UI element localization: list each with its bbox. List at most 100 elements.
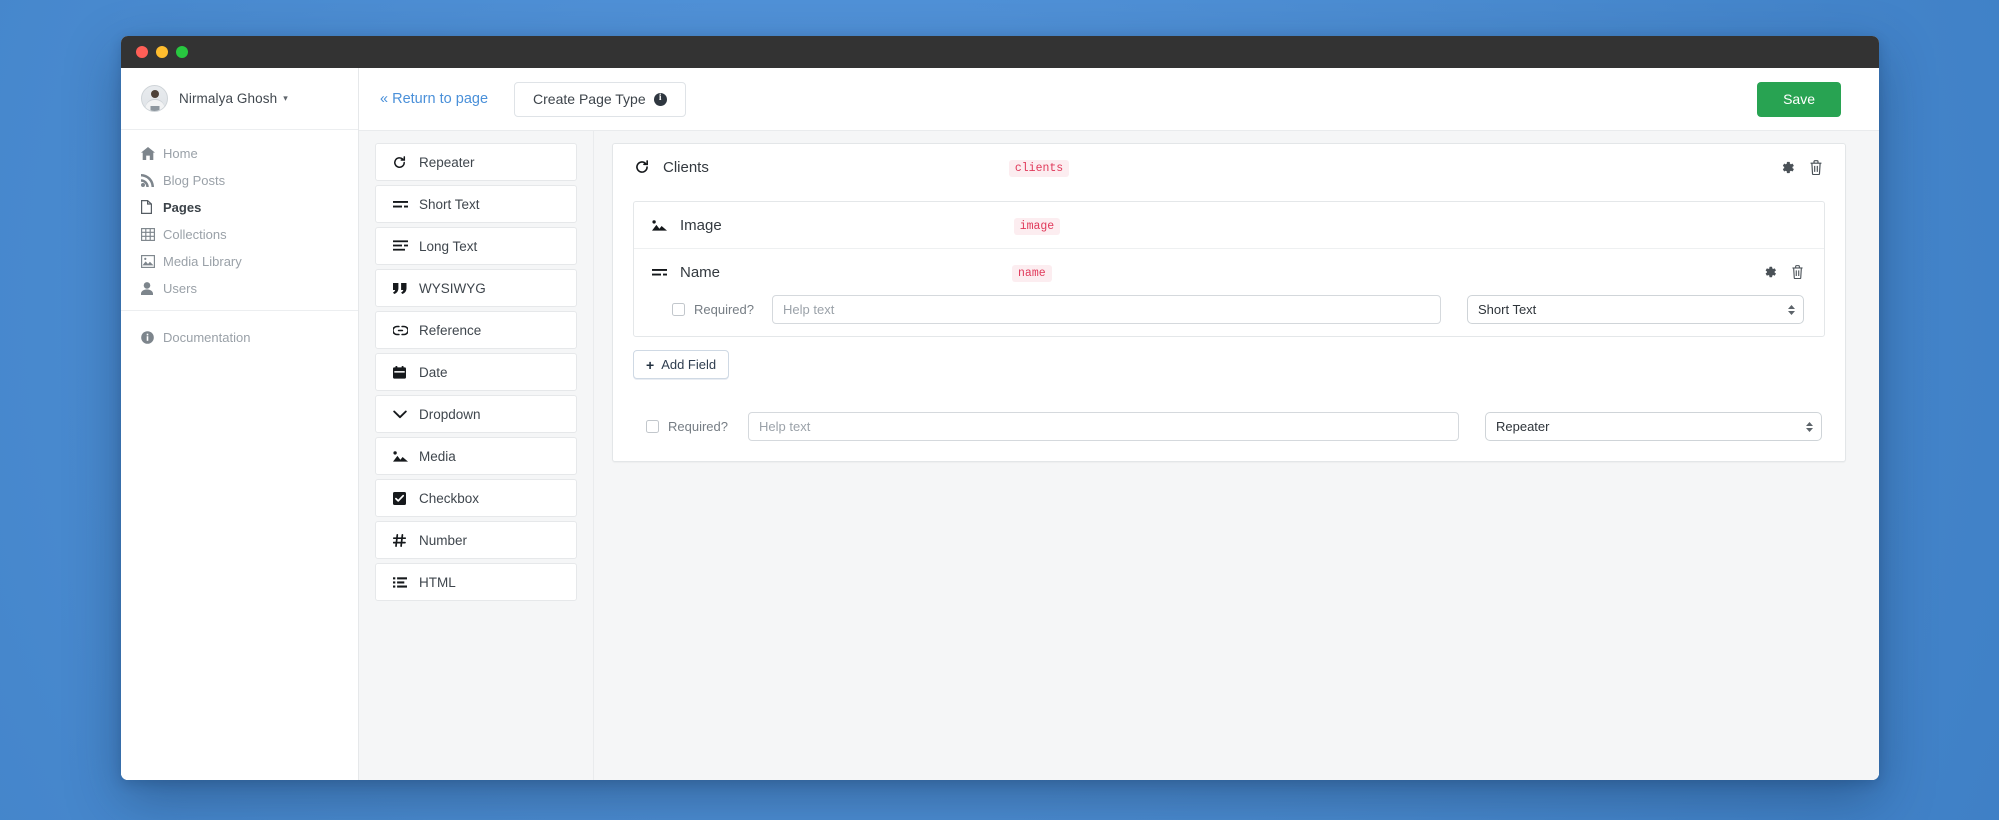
field-type-select[interactable]: Short Text xyxy=(1467,295,1804,324)
repeater-children: Image image Name name Required? Help tex… xyxy=(633,201,1825,337)
user-icon xyxy=(141,281,158,295)
save-button[interactable]: Save xyxy=(1757,81,1841,117)
palette-item-label: Date xyxy=(419,364,448,380)
palette-item-html[interactable]: HTML xyxy=(375,563,577,601)
field-type-select[interactable]: Repeater xyxy=(1485,412,1822,441)
user-name: Nirmalya Ghosh xyxy=(179,91,278,106)
image-icon xyxy=(393,450,413,462)
long-text-icon xyxy=(393,240,413,252)
palette-item-label: WYSIWYG xyxy=(419,280,486,296)
repeat-icon xyxy=(635,160,657,174)
repeater-options: Required? Repeater xyxy=(613,394,1845,461)
user-menu[interactable]: Nirmalya Ghosh ▾ xyxy=(121,68,358,130)
sidebar-item-label: Collections xyxy=(163,226,227,242)
status-badge: name xyxy=(1012,265,1052,282)
repeater-title: Clients xyxy=(663,158,709,176)
sidebar-item-label: Documentation xyxy=(163,329,251,345)
image-icon xyxy=(141,254,158,268)
add-field-button[interactable]: + Add Field xyxy=(633,350,730,379)
required-checkbox[interactable] xyxy=(672,303,685,316)
sidebar-item-users[interactable]: Users xyxy=(121,278,358,298)
gear-icon[interactable] xyxy=(1763,265,1777,279)
work-area: Repeater Short Text Long Text WYSIWYG Re… xyxy=(359,130,1879,780)
required-label: Required? xyxy=(694,302,754,317)
avatar xyxy=(141,85,168,112)
page-type-canvas: Clients clients Image image Name name Re… xyxy=(594,131,1879,780)
window-close-button[interactable] xyxy=(136,46,148,58)
palette-item-date[interactable]: Date xyxy=(375,353,577,391)
palette-item-label: Dropdown xyxy=(419,406,481,422)
subfield-image: Image image xyxy=(634,202,1824,249)
field-type-select-wrap: Short Text xyxy=(1467,295,1804,324)
subfield-actions xyxy=(1763,265,1804,279)
tab-create-page-type[interactable]: Create Page Type i xyxy=(514,81,686,117)
help-text-input[interactable] xyxy=(748,412,1459,441)
calendar-icon xyxy=(393,365,413,379)
palette-item-checkbox[interactable]: Checkbox xyxy=(375,479,577,517)
repeater-slug-wrap: clients xyxy=(1008,158,1070,177)
plus-icon: + xyxy=(646,356,655,373)
sidebar-item-media-library[interactable]: Media Library xyxy=(121,251,358,271)
tab-label: Create Page Type xyxy=(533,91,646,107)
sidebar: Nirmalya Ghosh ▾ Home Blog Posts Pages C… xyxy=(121,68,359,780)
quote-icon xyxy=(393,282,413,294)
sidebar-item-collections[interactable]: Collections xyxy=(121,224,358,244)
sidebar-item-label: Blog Posts xyxy=(163,172,226,188)
sidebar-item-documentation[interactable]: Documentation xyxy=(121,327,358,347)
window-minimize-button[interactable] xyxy=(156,46,168,58)
home-icon xyxy=(141,146,158,160)
sidebar-item-label: Media Library xyxy=(163,253,242,269)
palette-item-number[interactable]: Number xyxy=(375,521,577,559)
required-label: Required? xyxy=(668,419,728,434)
info-circle-icon xyxy=(141,330,158,344)
sidebar-nav-bottom: Documentation xyxy=(121,311,358,347)
sidebar-item-blog-posts[interactable]: Blog Posts xyxy=(121,170,358,190)
sidebar-item-label: Home xyxy=(163,145,198,161)
sidebar-nav: Home Blog Posts Pages Collections Media … xyxy=(121,130,358,354)
palette-item-wysiwyg[interactable]: WYSIWYG xyxy=(375,269,577,307)
browser-window: Nirmalya Ghosh ▾ Home Blog Posts Pages C… xyxy=(121,36,1879,780)
sidebar-item-label: Pages xyxy=(163,199,202,215)
trash-icon[interactable] xyxy=(1791,265,1804,279)
hash-icon xyxy=(393,533,413,547)
return-to-page-link[interactable]: « Return to page xyxy=(380,91,488,107)
subfield-slug-wrap: name xyxy=(1012,263,1052,282)
palette-item-dropdown[interactable]: Dropdown xyxy=(375,395,577,433)
right-pane: « Return to page Create Page Type i Save xyxy=(359,68,1879,780)
help-text-input[interactable] xyxy=(772,295,1441,324)
checkbox-icon xyxy=(393,491,413,505)
short-text-icon xyxy=(393,200,413,209)
palette-item-long-text[interactable]: Long Text xyxy=(375,227,577,265)
repeater-header: Clients clients xyxy=(613,144,1845,190)
repeat-icon xyxy=(393,155,413,169)
image-icon xyxy=(652,219,674,231)
subfield-header: Name name xyxy=(634,249,1824,295)
table-icon xyxy=(141,227,158,241)
window-maximize-button[interactable] xyxy=(176,46,188,58)
sidebar-item-home[interactable]: Home xyxy=(121,143,358,163)
palette-item-short-text[interactable]: Short Text xyxy=(375,185,577,223)
subfield-title: Image xyxy=(680,216,722,234)
field-type-palette: Repeater Short Text Long Text WYSIWYG Re… xyxy=(359,131,594,780)
required-group: Required? xyxy=(636,419,748,434)
status-badge: clients xyxy=(1008,160,1070,177)
required-checkbox[interactable] xyxy=(646,420,659,433)
gear-icon[interactable] xyxy=(1780,160,1795,175)
subfield-name: Name name Required? Help text Short Text xyxy=(634,249,1824,336)
palette-item-media[interactable]: Media xyxy=(375,437,577,475)
file-icon xyxy=(141,200,158,214)
trash-icon[interactable] xyxy=(1809,159,1823,175)
app-body: Nirmalya Ghosh ▾ Home Blog Posts Pages C… xyxy=(121,68,1879,780)
subfield-options: Required? Short Text xyxy=(634,295,1824,336)
chevron-down-icon: ▾ xyxy=(283,93,288,103)
palette-item-label: Short Text xyxy=(419,196,480,212)
sidebar-item-pages[interactable]: Pages xyxy=(121,197,358,217)
palette-item-reference[interactable]: Reference xyxy=(375,311,577,349)
info-circle-icon: i xyxy=(653,92,667,106)
palette-item-label: Long Text xyxy=(419,238,478,254)
field-type-select-wrap: Repeater xyxy=(1485,412,1822,441)
palette-item-repeater[interactable]: Repeater xyxy=(375,143,577,181)
palette-item-label: HTML xyxy=(419,574,456,590)
subfield-slug-wrap: image xyxy=(1013,216,1061,235)
repeater-actions xyxy=(1780,159,1823,175)
